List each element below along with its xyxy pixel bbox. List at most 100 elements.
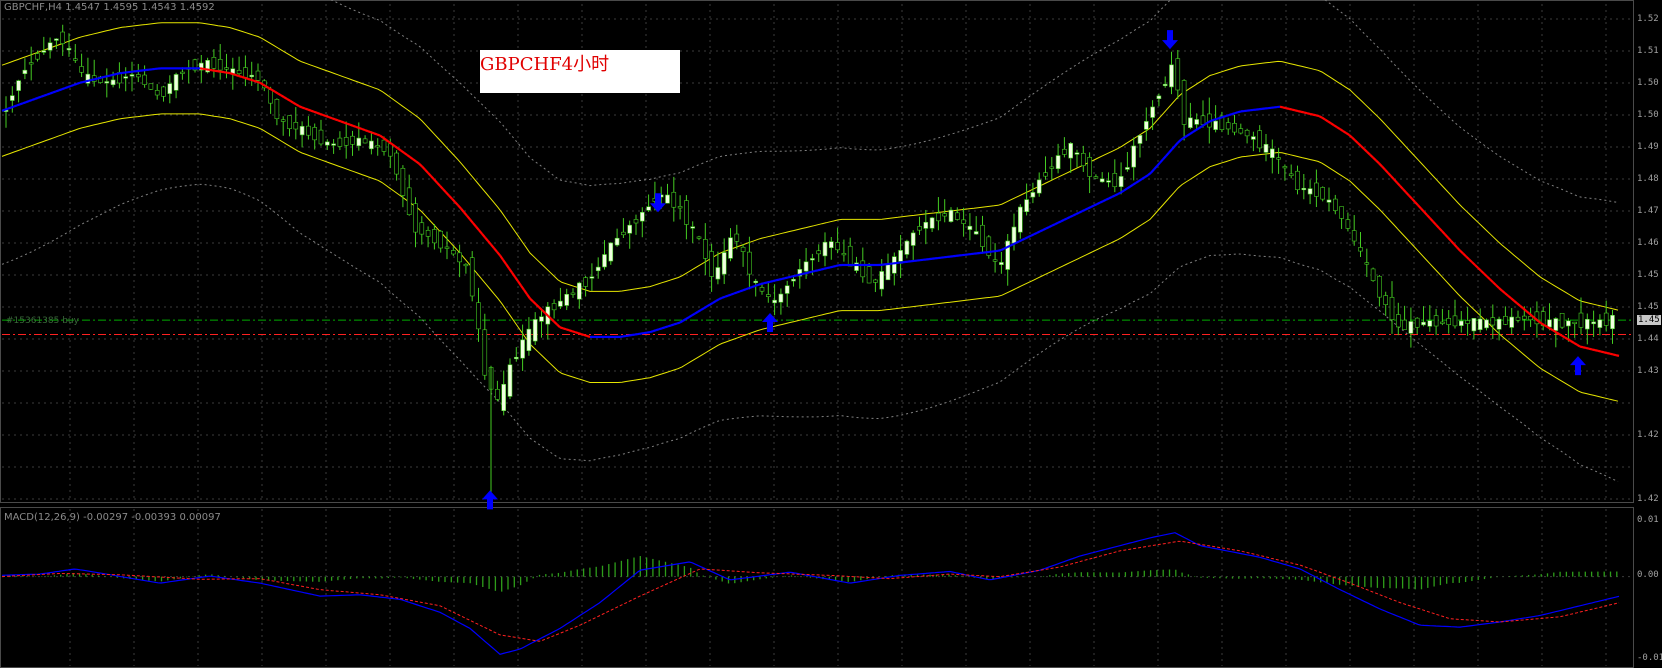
candle-body [287,115,292,130]
moving-average-segment [1498,287,1503,292]
moving-average-segment [496,251,501,257]
moving-average-segment [100,75,105,79]
moving-average-segment [1378,162,1383,168]
candle-body [740,246,746,252]
moving-average-segment [1099,200,1104,204]
candle-body [589,276,595,279]
moving-average-segment [1009,243,1014,247]
candle-body [369,140,374,150]
moving-average-segment [1063,217,1068,221]
moving-average-segment [1372,156,1377,162]
moving-average-segment [1003,246,1008,250]
candle-body [1358,247,1363,252]
candle-body [967,225,973,230]
moving-average-segment [1054,221,1059,226]
candle-body [1263,144,1269,153]
candle-body [1288,173,1294,177]
candle-body [614,237,620,246]
candle-body [161,86,166,97]
candle-body [1188,117,1193,128]
candle-body [1282,166,1288,169]
moving-average-segment [1384,168,1389,174]
candle-body [136,74,141,78]
moving-average-segment [259,81,264,86]
moving-average-segment [1177,138,1182,144]
moving-average-segment [1327,120,1332,125]
candle-body [1213,120,1218,130]
moving-average-segment [415,160,420,165]
moving-average-segment [1504,292,1509,297]
candle-body [268,89,273,104]
candle-body [394,152,399,175]
moving-average-segment [337,119,342,123]
order-line-label[interactable]: #15361385 buy [6,316,79,326]
moving-average-segment [97,76,102,80]
candle-body [1389,297,1395,320]
candle-body [463,263,469,267]
price-tick: 1.46 [1637,238,1659,248]
candle-body [1547,319,1552,328]
moving-average-segment [1312,113,1317,117]
moving-average-segment [1567,338,1572,343]
moving-average-segment [1561,334,1566,339]
chart-note-label[interactable]: GBPCHF4小时 [480,50,680,93]
candle-body [791,278,796,282]
candle-body [702,239,708,259]
moving-average-segment [82,80,87,84]
moving-average-segment [1039,228,1044,233]
moving-average-segment [1066,216,1071,220]
moving-average-segment [31,97,36,102]
candle-body [1333,198,1338,211]
candle-body [1200,115,1206,125]
candle-body [1459,320,1464,326]
moving-average-segment [784,276,789,280]
ohlc-open: 1.4547 [65,2,101,13]
moving-average-segment [67,84,72,89]
candle-body [110,79,116,86]
moving-average-segment [517,280,522,287]
moving-average-segment [826,266,831,270]
moving-average-segment [1324,118,1329,123]
candle-body [1559,313,1565,328]
chart-canvas[interactable] [0,0,1634,668]
candle-body [1225,122,1231,130]
moving-average-segment [1114,193,1119,197]
moving-average-segment [1030,233,1035,237]
moving-average-segment [70,83,75,88]
candle-body [973,231,979,235]
moving-average-segment [1381,165,1386,171]
moving-average-segment [1468,258,1473,263]
moving-average-segment [1315,114,1320,118]
moving-average-segment [304,107,309,111]
moving-average-segment [397,147,402,152]
moving-average-segment [232,73,237,77]
candle-body [1175,58,1181,91]
moving-average-segment [331,117,336,121]
moving-average-segment [832,264,837,268]
price-tick: 1.42 [1637,430,1659,440]
moving-average-segment [1291,108,1296,112]
price-tick: 1.51 [1637,46,1659,56]
candle-body [526,328,532,351]
macd-signal-line [1,540,1620,642]
candle-body [1320,187,1325,200]
moving-average-segment [1123,187,1128,192]
sell-arrow-icon [1162,30,1178,50]
moving-average-segment [484,236,489,242]
moving-average-segment [1018,239,1023,243]
moving-average-segment [1048,224,1053,229]
candle-body [1137,135,1143,144]
moving-average-segment [307,108,312,112]
candle-body [255,70,261,81]
moving-average-segment [754,283,759,288]
moving-average-segment [49,91,54,95]
moving-average-segment [1441,230,1446,236]
moving-average-segment [310,109,315,113]
moving-average-segment [385,138,390,143]
moving-average-segment [1435,223,1440,229]
candle-body [558,300,563,307]
moving-average-segment [1588,347,1593,351]
moving-average-segment [73,82,78,86]
moving-average-segment [1471,261,1476,266]
moving-average-segment [1051,223,1056,227]
